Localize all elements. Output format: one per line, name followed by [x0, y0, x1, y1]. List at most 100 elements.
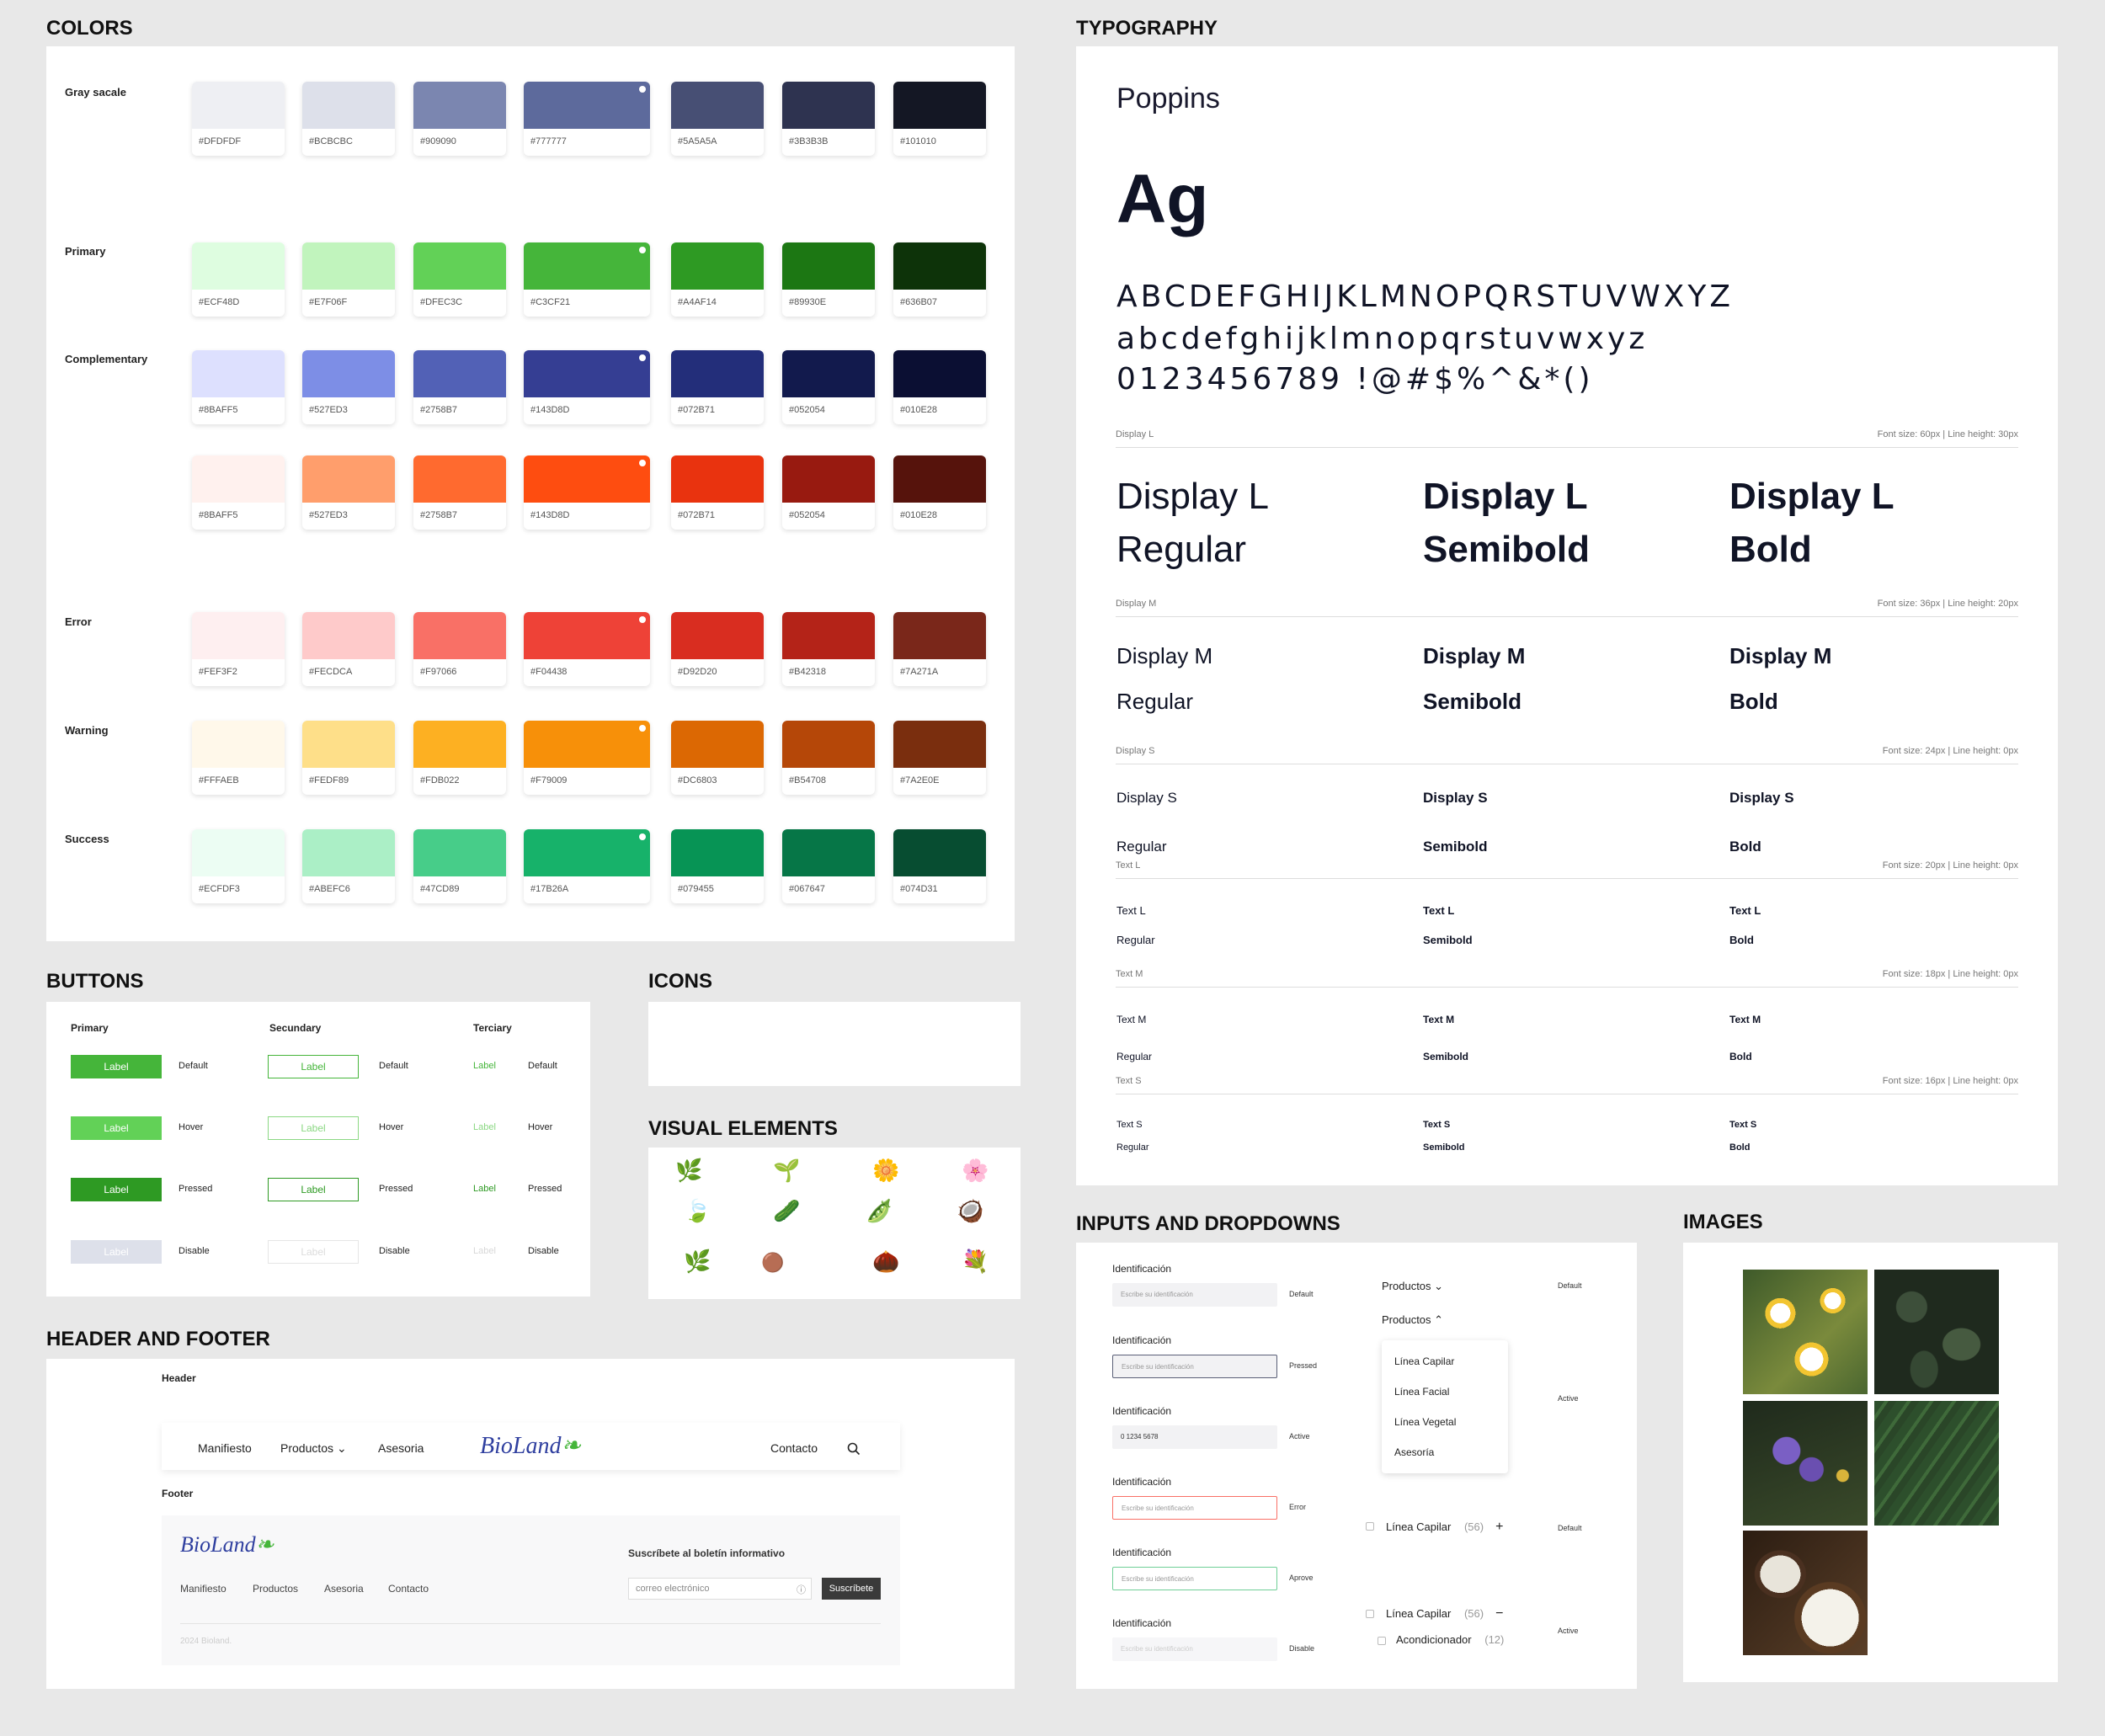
- color-hex: #052054: [789, 405, 825, 415]
- tertiary-button[interactable]: Label: [473, 1061, 496, 1071]
- menu-item-asesoria[interactable]: Asesoría: [1394, 1446, 1434, 1458]
- secondary-button[interactable]: Label: [268, 1240, 359, 1264]
- primary-button[interactable]: Label: [71, 1240, 162, 1264]
- nav-manifiesto[interactable]: Manifiesto: [198, 1441, 252, 1455]
- icons-title: ICONS: [648, 970, 713, 993]
- button-state-label: Disable: [179, 1246, 210, 1256]
- color-chip: [671, 721, 764, 768]
- newsletter-title: Suscríbete al boletín informativo: [628, 1547, 786, 1559]
- color-swatch: #FECDCA: [302, 612, 395, 686]
- dark-leaves-image: [1874, 1270, 1999, 1394]
- color-hex: #143D8D: [530, 405, 570, 415]
- green-pods: 🫛: [866, 1198, 893, 1223]
- menu-item-capilar[interactable]: Línea Capilar: [1394, 1355, 1454, 1367]
- nav-contacto[interactable]: Contacto: [770, 1441, 818, 1455]
- header-logo[interactable]: BioLand❧: [480, 1431, 581, 1460]
- type-sample-name: Display S: [1423, 790, 1488, 806]
- type-row-header: Text S Font size: 16px | Line height: 0px: [1116, 1076, 2018, 1094]
- input-state-label: Active: [1289, 1432, 1310, 1440]
- color-hex: #ABEFC6: [309, 884, 350, 894]
- color-group-label: Complementary: [65, 353, 148, 365]
- tertiary-button[interactable]: Label: [473, 1246, 496, 1256]
- dropdown-default[interactable]: Productos ⌄: [1382, 1280, 1443, 1293]
- color-swatch: #F79009: [524, 721, 650, 795]
- accordion-capilar[interactable]: Línea Capilar (56) +: [1386, 1520, 1503, 1535]
- font-sample-ag: Ag: [1116, 161, 1209, 237]
- color-swatch: #527ED3: [302, 455, 395, 530]
- nav-asesoria[interactable]: Asesoria: [378, 1441, 424, 1455]
- button-state-label: Default: [179, 1061, 208, 1071]
- color-chip: [192, 829, 285, 876]
- secondary-button[interactable]: Label: [268, 1116, 359, 1140]
- color-hex: #5A5A5A: [678, 136, 717, 146]
- menu-item-vegetal[interactable]: Línea Vegetal: [1394, 1416, 1456, 1428]
- tertiary-button[interactable]: Label: [473, 1122, 496, 1132]
- color-swatch: #2758B7: [413, 350, 506, 424]
- footer-nav-asesoria[interactable]: Asesoria: [324, 1583, 364, 1595]
- type-sample-weight: Regular: [1116, 1051, 1153, 1062]
- identificacion-input[interactable]: Escribe su identificación: [1112, 1355, 1277, 1378]
- color-chip: [302, 242, 395, 290]
- menu-item-facial[interactable]: Línea Facial: [1394, 1386, 1449, 1398]
- buttons-title: BUTTONS: [46, 970, 144, 993]
- checkbox[interactable]: [1378, 1637, 1386, 1645]
- type-sample-name: Display L: [1116, 476, 1269, 517]
- type-sample-name: Display M: [1729, 643, 1832, 668]
- font-uppercase: ABCDEFGHIJKLMNOPQRSTUVWXYZ: [1116, 280, 1734, 314]
- primary-button[interactable]: Label: [71, 1178, 162, 1201]
- accordion-child[interactable]: Acondicionador (12): [1396, 1633, 1504, 1646]
- color-hex: #527ED3: [309, 405, 348, 415]
- footer-divider: [180, 1623, 881, 1624]
- search-icon[interactable]: [847, 1442, 861, 1456]
- identificacion-input[interactable]: 0 1234 5678: [1112, 1425, 1277, 1449]
- white-flower: 🌸: [962, 1158, 989, 1183]
- identificacion-input[interactable]: Escribe su identificación: [1112, 1637, 1277, 1661]
- color-swatch: #DFEC3C: [413, 242, 506, 317]
- accordion-capilar-open[interactable]: Línea Capilar (56) −: [1386, 1606, 1503, 1622]
- type-sample-weight: Regular: [1116, 934, 1155, 946]
- nav-productos[interactable]: Productos ⌄: [280, 1441, 347, 1456]
- identificacion-input[interactable]: Escribe su identificación: [1112, 1567, 1277, 1590]
- tertiary-button[interactable]: Label: [473, 1184, 496, 1194]
- identificacion-input[interactable]: Escribe su identificación: [1112, 1496, 1277, 1520]
- color-chip: [524, 455, 650, 503]
- leaf-icon: ❧: [255, 1532, 274, 1557]
- color-hex: #2758B7: [420, 405, 458, 415]
- secondary-button[interactable]: Label: [268, 1055, 359, 1078]
- color-swatch: #DFDFDF: [192, 82, 285, 156]
- primary-button[interactable]: Label: [71, 1116, 162, 1140]
- newsletter-email-input[interactable]: correo electrónico ⓘ: [628, 1578, 812, 1600]
- footer-nav-contacto[interactable]: Contacto: [388, 1583, 429, 1595]
- color-hex: #143D8D: [530, 510, 570, 520]
- subscribe-button[interactable]: Suscríbete: [822, 1578, 881, 1600]
- color-chip: [524, 350, 650, 397]
- input-state-label: Aprove: [1289, 1574, 1314, 1582]
- color-chip: [302, 721, 395, 768]
- color-hex: #067647: [789, 884, 825, 894]
- color-hex: #B42318: [789, 667, 827, 677]
- color-swatch: #47CD89: [413, 829, 506, 903]
- color-swatch: #072B71: [671, 350, 764, 424]
- footer-logo[interactable]: BioLand❧: [180, 1532, 274, 1558]
- color-hex: #E7F06F: [309, 297, 348, 307]
- type-sample-name: Text S: [1423, 1120, 1451, 1130]
- footer-nav-manifiesto[interactable]: Manifiesto: [180, 1583, 226, 1595]
- color-swatch: #ECFDF3: [192, 829, 285, 903]
- primary-button[interactable]: Label: [71, 1055, 162, 1078]
- footer-nav-productos[interactable]: Productos: [253, 1583, 298, 1595]
- color-chip: [192, 721, 285, 768]
- dropdown-open[interactable]: Productos ⌃: [1382, 1313, 1443, 1327]
- type-sample-name: Display M: [1423, 643, 1526, 668]
- color-hex: #FEDF89: [309, 775, 349, 785]
- color-swatch: #BCBCBC: [302, 82, 395, 156]
- type-row-name: Text M: [1116, 969, 1143, 979]
- checkbox[interactable]: [1366, 1610, 1374, 1618]
- secondary-button[interactable]: Label: [268, 1178, 359, 1201]
- color-chip: [524, 612, 650, 659]
- checkbox[interactable]: [1366, 1522, 1374, 1531]
- identificacion-input[interactable]: Escribe su identificación: [1112, 1283, 1277, 1307]
- color-swatch: #527ED3: [302, 350, 395, 424]
- color-swatch: #909090: [413, 82, 506, 156]
- color-chip: [671, 350, 764, 397]
- color-swatch: #636B07: [893, 242, 986, 317]
